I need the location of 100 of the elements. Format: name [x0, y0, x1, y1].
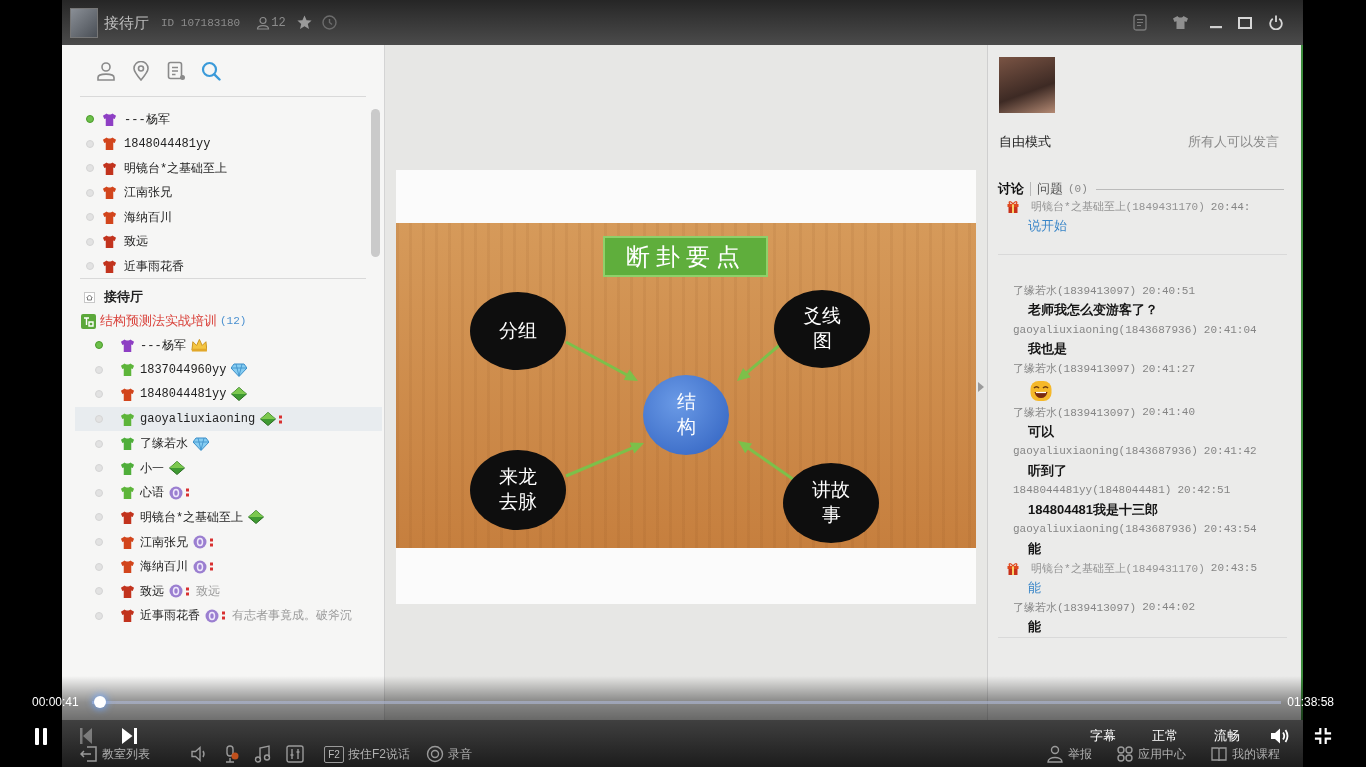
message-text: 能 [1028, 617, 1041, 636]
grid-icon[interactable] [1116, 745, 1134, 763]
user-name[interactable]: 明镜台*之基础至上 [124, 159, 228, 177]
message-text: 能 [1028, 578, 1041, 597]
total-time: 01:38:58 [1287, 695, 1334, 709]
user-name[interactable]: 致远 [124, 233, 148, 251]
elapsed-time: 00:00:41 [32, 695, 79, 709]
member-row[interactable]: 1837044960yy [75, 357, 382, 383]
member-name: 小一 [140, 460, 164, 477]
mixer-icon[interactable] [286, 745, 304, 763]
door-icon[interactable] [80, 745, 98, 763]
pause-icon[interactable] [35, 727, 47, 745]
mindmap-node: 来龙去脉 [470, 450, 566, 530]
gem-icon [248, 510, 265, 525]
permission-label: 所有人可以发言 [1188, 133, 1279, 151]
diamond-icon [231, 362, 248, 377]
message-time: 20:41:42 [1203, 445, 1257, 458]
group-name[interactable]: 结构预测法实战培训 [100, 312, 217, 330]
slide-title: 断卦要点 [603, 236, 768, 277]
member-row[interactable]: ---杨军 [75, 333, 382, 358]
person-icon[interactable] [1046, 745, 1064, 763]
photo-placeholder [999, 57, 1055, 113]
badge-icon [169, 584, 183, 599]
member-row[interactable]: 1848044481yy [75, 382, 382, 407]
message-text: 可以 [1028, 422, 1054, 441]
quality-button[interactable]: 流畅 [1214, 728, 1240, 744]
notes-icon[interactable] [166, 60, 186, 81]
user-name[interactable]: 江南张兄 [124, 184, 172, 202]
location-pin-icon[interactable] [131, 60, 151, 81]
badge-icon [193, 535, 207, 550]
room-id: ID 107183180 [161, 16, 241, 29]
member-name: 明镜台*之基础至上 [140, 509, 244, 526]
record-icon[interactable] [426, 745, 444, 763]
message-author: gaoyaliuxiaoning(1843687936) [1013, 323, 1198, 336]
book-icon[interactable] [1210, 745, 1228, 763]
mindmap-node: 分组 [470, 292, 566, 370]
member-status: 有志者事竟成。破斧沉 [232, 607, 352, 625]
star-icon[interactable] [296, 15, 312, 30]
toolbar-label[interactable]: 举报 [1068, 745, 1092, 763]
message-time: 20:41:04 [1203, 323, 1257, 336]
message-author: 了缘若水(1839413097) [1013, 284, 1137, 299]
home-icon[interactable] [84, 291, 95, 303]
hall-name[interactable]: 接待厅 [104, 288, 143, 306]
room-thumbnail [70, 7, 98, 38]
user-name[interactable]: 海纳百川 [124, 208, 172, 226]
member-name: 致远 [140, 583, 164, 600]
tab[interactable]: 问题 [1037, 180, 1063, 198]
member-status: 致远 [196, 582, 220, 600]
member-name: 江南张兄 [140, 534, 188, 551]
user-icon [256, 15, 271, 30]
badge-icon [205, 608, 219, 623]
exit-fullscreen-icon[interactable] [1314, 727, 1332, 745]
search-icon[interactable] [201, 60, 221, 81]
message-time: 20:41:27 [1142, 362, 1196, 375]
mindmap-node: 爻线图 [774, 290, 870, 368]
toolbar-label[interactable]: 应用中心 [1138, 745, 1186, 763]
member-name: gaoyaliuxiaoning [140, 412, 256, 427]
tab-count: (0) [1068, 183, 1088, 195]
toolbar-label[interactable]: 教室列表 [102, 745, 150, 763]
toolbar-label[interactable]: 我的课程 [1232, 745, 1280, 763]
next-icon[interactable] [122, 728, 137, 744]
message-text: 能 [1028, 539, 1041, 558]
push-to-talk-label[interactable]: 按住F2说话 [348, 745, 410, 763]
maximize-icon[interactable] [1238, 16, 1252, 29]
member-row[interactable]: gaoyaliuxiaoning [75, 406, 382, 432]
member-row[interactable]: 江南张兄 [75, 529, 382, 555]
user-name[interactable]: 近事雨花香 [124, 257, 184, 275]
notes-icon[interactable] [1133, 14, 1147, 31]
message-author: gaoyaliuxiaoning(1843687936) [1013, 523, 1198, 536]
message-author: 明镜台*之基础至上(1849431170) [1031, 200, 1205, 215]
scrollbar[interactable] [371, 109, 380, 257]
user-name[interactable]: ---杨军 [124, 110, 170, 128]
member-row[interactable]: 了缘若水 [75, 431, 382, 456]
gem-icon [169, 461, 185, 476]
gift-icon [1007, 200, 1019, 214]
gem-icon [231, 387, 248, 402]
shirt-icon[interactable] [1172, 15, 1189, 30]
message-author: 了缘若水(1839413097) [1013, 405, 1137, 420]
speaker-icon[interactable] [190, 745, 208, 763]
progress-track[interactable] [91, 696, 1282, 708]
member-row[interactable]: 致远 致远 [75, 578, 382, 604]
member-row[interactable]: 近事雨花香 有志者事竟成。破斧沉 [75, 603, 382, 629]
volume-icon[interactable] [1270, 727, 1290, 745]
tab[interactable]: 讨论 [998, 180, 1024, 198]
member-row[interactable]: 明镜台*之基础至上 [75, 505, 382, 530]
music-note-icon[interactable] [254, 745, 272, 763]
diamond-icon [193, 436, 209, 451]
member-row[interactable]: 心语 [75, 480, 382, 506]
member-row[interactable]: 小一 [75, 455, 382, 481]
power-icon[interactable] [1269, 15, 1283, 30]
member-row[interactable]: 海纳百川 [75, 554, 382, 579]
toolbar-label[interactable]: 录音 [448, 745, 472, 763]
mode-label: 自由模式 [999, 133, 1051, 151]
clock-icon[interactable] [321, 15, 337, 30]
speed-button[interactable]: 正常 [1152, 728, 1178, 744]
subtitles-button[interactable]: 字幕 [1090, 728, 1116, 744]
group-icon [81, 313, 96, 329]
user-name[interactable]: 1848044481yy [124, 136, 211, 151]
group-count: (12) [220, 315, 247, 327]
contacts-icon[interactable] [96, 60, 116, 81]
